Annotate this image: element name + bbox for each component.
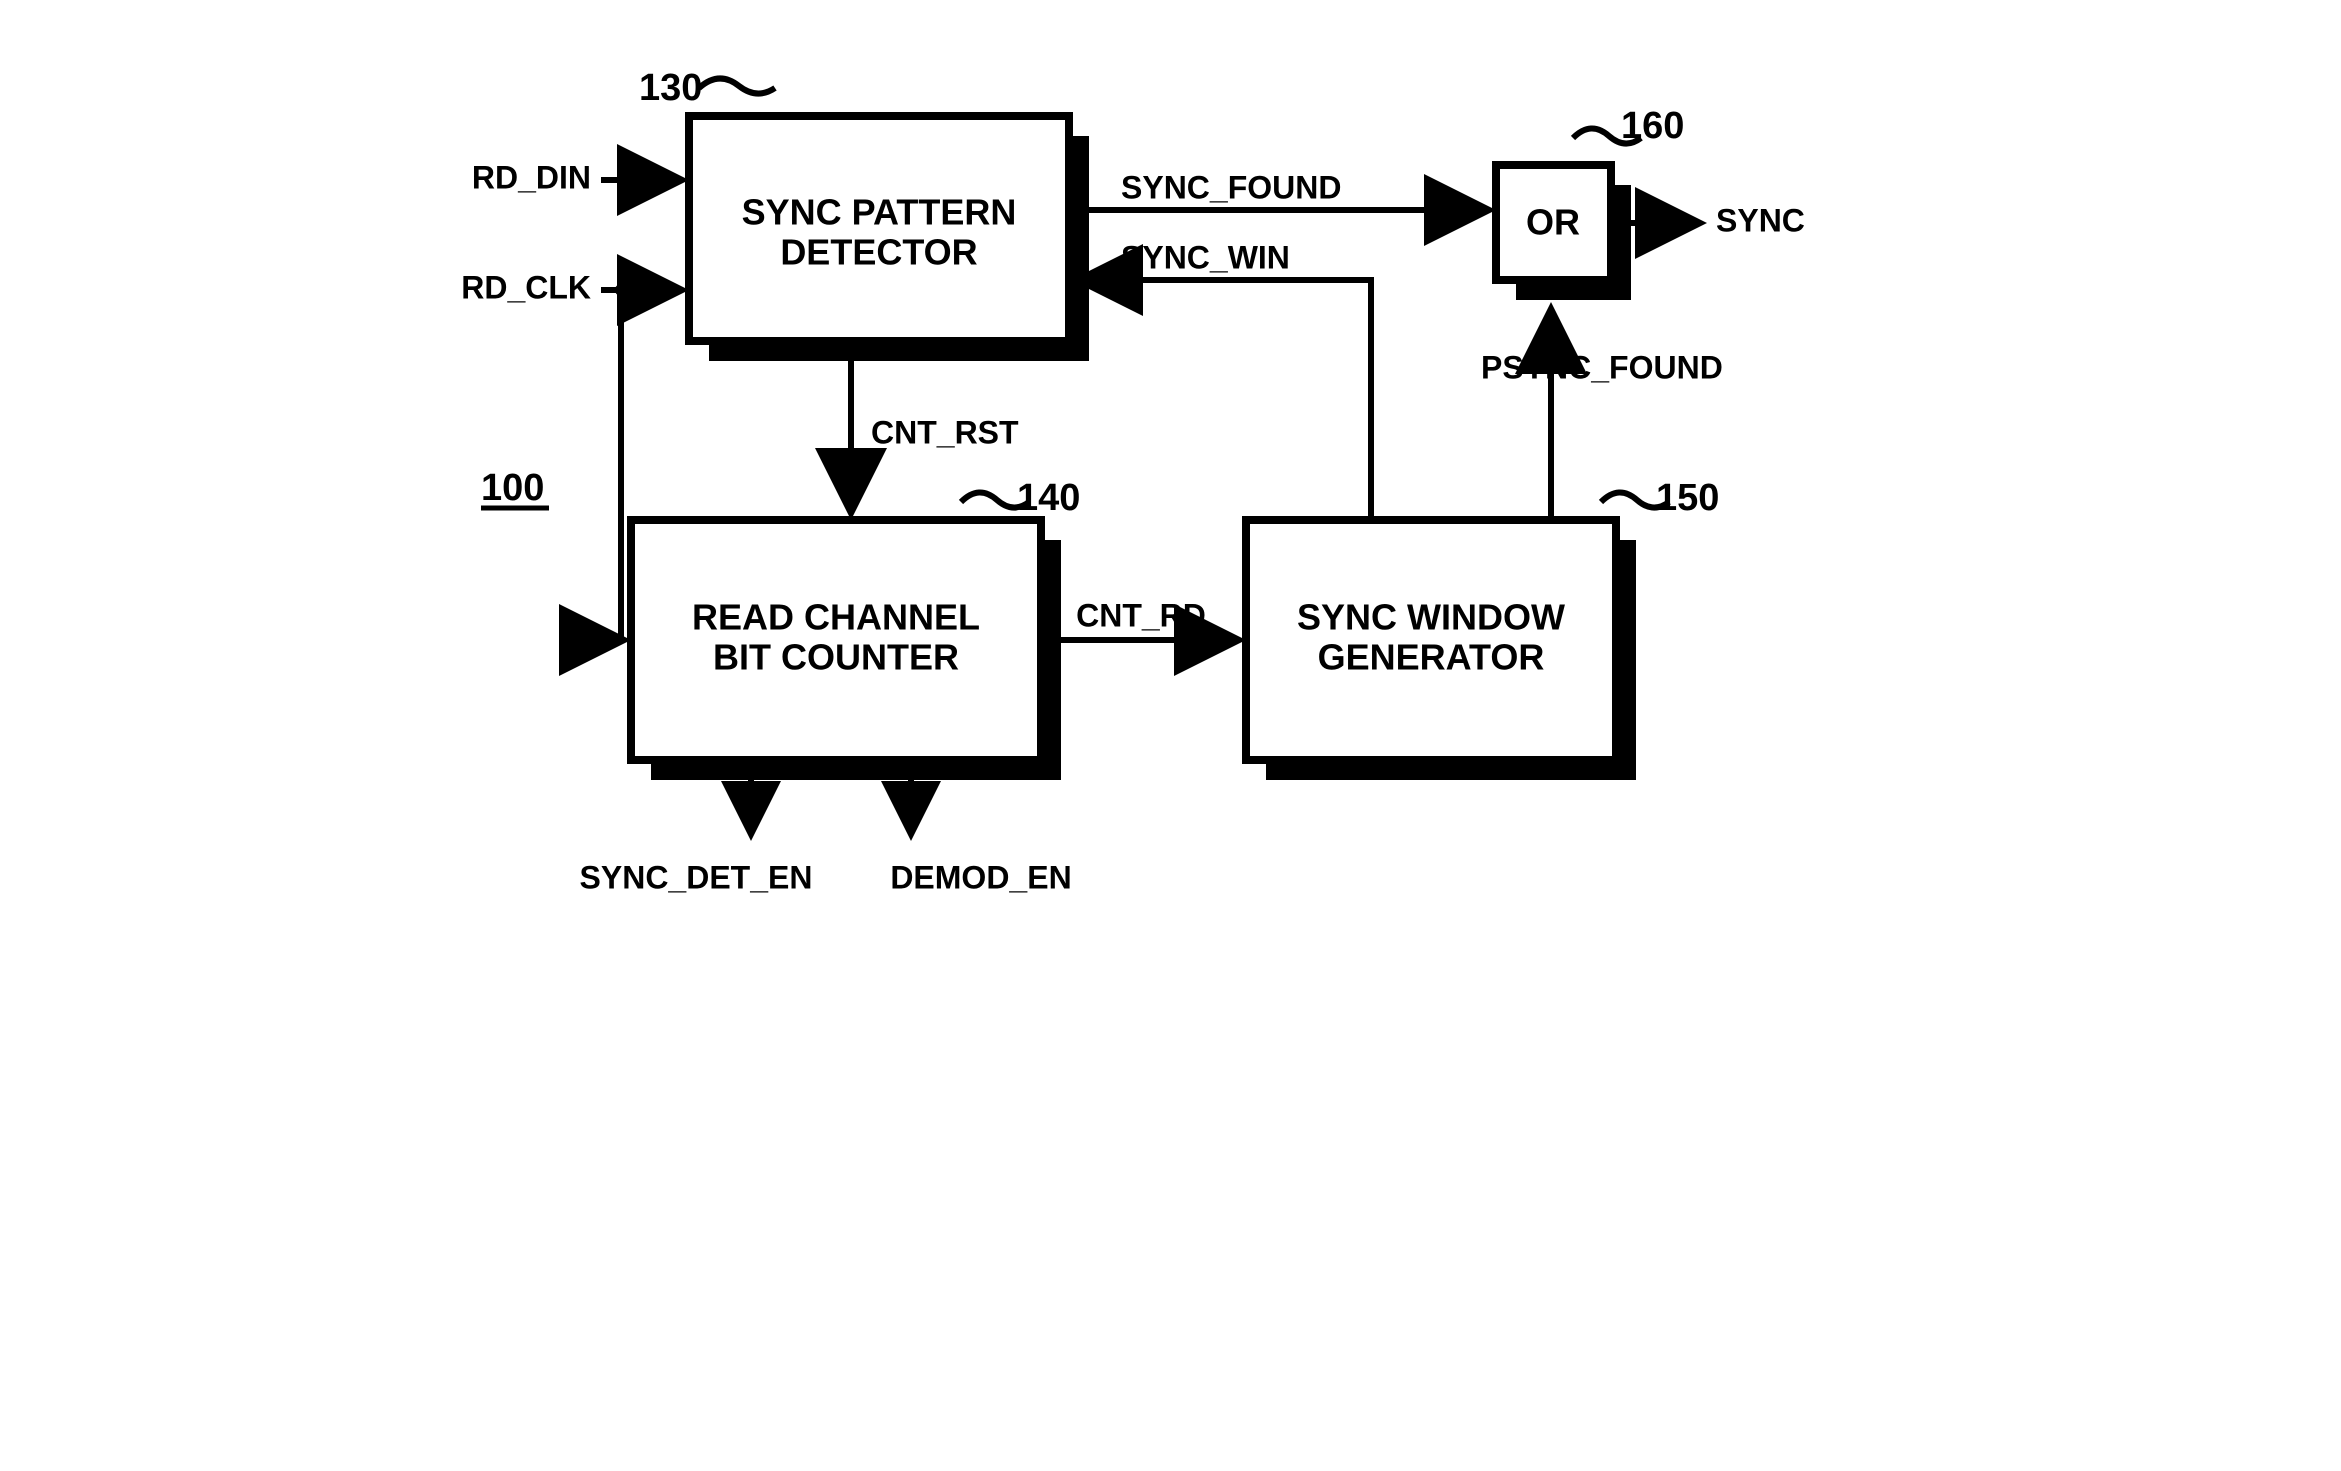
sig-sync-found: SYNC_FOUND [1121, 169, 1341, 205]
spd-line1: SYNC PATTERN [741, 192, 1016, 233]
sync-window-generator-block: SYNC WINDOW GENERATOR [1246, 520, 1636, 780]
ref-140: 140 [1017, 477, 1080, 519]
sig-rd-clk: RD_CLK [461, 269, 591, 305]
sig-sync-win: SYNC_WIN [1121, 239, 1290, 275]
ref-100: 100 [481, 467, 544, 509]
read-channel-bit-counter-block: READ CHANNEL BIT COUNTER [631, 520, 1061, 780]
sig-demod-en: DEMOD_EN [890, 859, 1071, 895]
swg-line2: GENERATOR [1317, 637, 1544, 678]
sig-cnt-rst: CNT_RST [871, 414, 1019, 450]
sig-rd-din: RD_DIN [471, 159, 590, 195]
sig-cnt-rd: CNT_RD [1076, 597, 1206, 633]
swg-line1: SYNC WINDOW [1297, 597, 1565, 638]
spd-line2: DETECTOR [780, 232, 977, 273]
ref-130: 130 [639, 67, 702, 109]
sig-sync-det-en: SYNC_DET_EN [579, 859, 812, 895]
block-diagram: SYNC PATTERN DETECTOR 130 OR 160 READ CH… [421, 20, 1921, 960]
sync-pattern-detector-block: SYNC PATTERN DETECTOR [689, 116, 1089, 361]
sig-psync-found: PSYNC_FOUND [1481, 349, 1723, 385]
or-label: OR [1526, 202, 1580, 243]
ref-150: 150 [1656, 477, 1719, 519]
rcbc-line2: BIT COUNTER [713, 637, 959, 678]
sig-sync: SYNC [1716, 202, 1805, 238]
rcbc-line1: READ CHANNEL [692, 597, 980, 638]
or-gate-block: OR [1496, 165, 1631, 300]
